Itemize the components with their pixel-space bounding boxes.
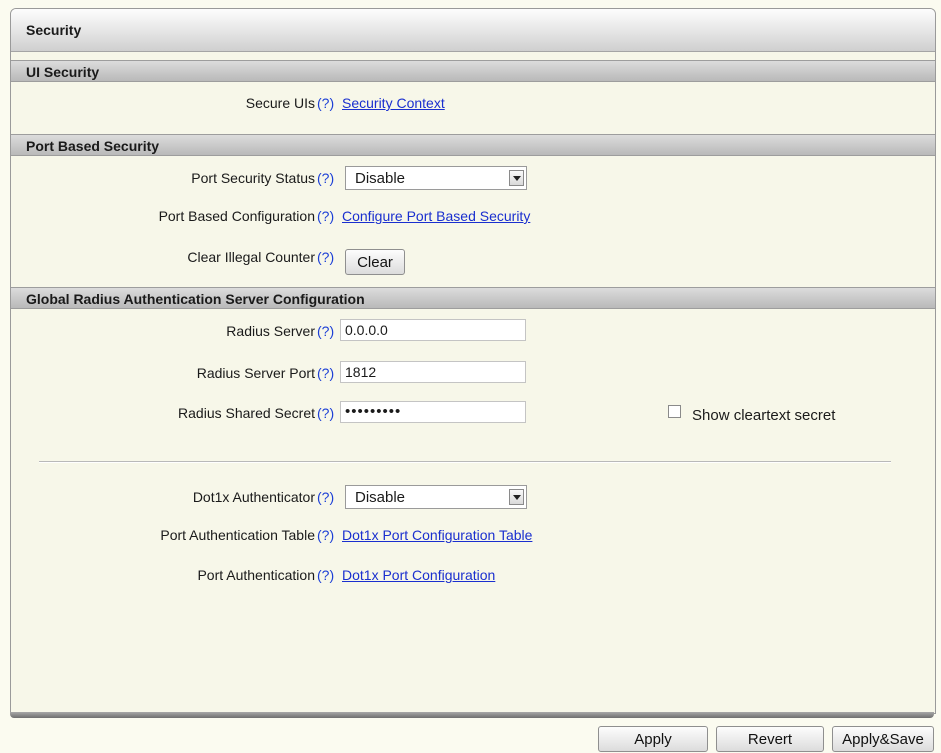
radius-shared-secret-label: Radius Shared Secret [178, 405, 315, 421]
radius-server-label: Radius Server [226, 323, 315, 339]
row-secure-uis: Secure UIs (?) Security Context [11, 91, 935, 117]
dot1x-authenticator-select[interactable]: Disable [345, 485, 527, 509]
clear-illegal-counter-label: Clear Illegal Counter [187, 249, 315, 265]
secure-uis-help-icon[interactable]: (?) [317, 95, 334, 111]
chevron-down-icon[interactable] [509, 170, 524, 186]
port-security-status-label: Port Security Status [191, 170, 315, 186]
radius-shared-secret-input[interactable]: ••••••••• [340, 401, 526, 423]
dot1x-authenticator-help-icon[interactable]: (?) [317, 489, 334, 505]
apply-save-button[interactable]: Apply&Save [832, 726, 934, 752]
port-auth-help-icon[interactable]: (?) [317, 567, 334, 583]
radius-server-port-label: Radius Server Port [196, 365, 315, 381]
clear-illegal-counter-help-icon[interactable]: (?) [317, 249, 334, 265]
dot1x-port-config-link[interactable]: Dot1x Port Configuration [342, 567, 495, 583]
secure-uis-label: Secure UIs [245, 95, 315, 111]
port-auth-label: Port Authentication [197, 567, 315, 583]
row-radius-server-port: Radius Server Port (?) 1812 [11, 361, 935, 387]
section-header-ui-security: UI Security [11, 60, 935, 82]
divider [39, 461, 891, 463]
row-radius-shared-secret: Radius Shared Secret (?) ••••••••• Show … [11, 401, 935, 427]
row-port-auth: Port Authentication (?) Dot1x Port Confi… [11, 563, 935, 589]
port-security-status-select[interactable]: Disable [345, 166, 527, 190]
security-context-link[interactable]: Security Context [342, 95, 445, 111]
radius-server-help-icon[interactable]: (?) [317, 323, 334, 339]
configure-port-security-link[interactable]: Configure Port Based Security [342, 208, 530, 224]
row-dot1x-authenticator: Dot1x Authenticator (?) Disable [11, 485, 935, 511]
row-port-based-config: Port Based Configuration (?) Configure P… [11, 204, 935, 230]
radius-shared-secret-help-icon[interactable]: (?) [317, 405, 334, 421]
chevron-down-icon[interactable] [509, 489, 524, 505]
port-auth-table-label: Port Authentication Table [160, 527, 315, 543]
port-based-config-help-icon[interactable]: (?) [317, 208, 334, 224]
dot1x-authenticator-value: Disable [355, 489, 406, 506]
radius-server-port-help-icon[interactable]: (?) [317, 365, 334, 381]
dot1x-port-config-table-link[interactable]: Dot1x Port Configuration Table [342, 527, 532, 543]
radius-server-input[interactable]: 0.0.0.0 [340, 319, 526, 341]
clear-button[interactable]: Clear [345, 249, 405, 275]
revert-button[interactable]: Revert [716, 726, 824, 752]
panel-bottom-bar [10, 712, 934, 718]
apply-button[interactable]: Apply [598, 726, 708, 752]
port-based-config-label: Port Based Configuration [158, 208, 315, 224]
row-port-security-status: Port Security Status (?) Disable [11, 166, 935, 192]
row-clear-illegal-counter: Clear Illegal Counter (?) Clear [11, 245, 935, 275]
show-cleartext-checkbox[interactable] [668, 405, 681, 418]
port-security-status-value: Disable [355, 170, 406, 187]
security-panel: Security UI Security Secure UIs (?) Secu… [10, 8, 936, 714]
row-port-auth-table: Port Authentication Table (?) Dot1x Port… [11, 523, 935, 549]
radius-server-port-input[interactable]: 1812 [340, 361, 526, 383]
port-auth-table-help-icon[interactable]: (?) [317, 527, 334, 543]
row-radius-server: Radius Server (?) 0.0.0.0 [11, 319, 935, 345]
panel-title: Security [11, 9, 935, 52]
port-security-status-help-icon[interactable]: (?) [317, 170, 334, 186]
section-header-radius: Global Radius Authentication Server Conf… [11, 287, 935, 309]
dot1x-authenticator-label: Dot1x Authenticator [192, 489, 315, 505]
show-cleartext-label: Show cleartext secret [692, 407, 836, 424]
section-header-port-security: Port Based Security [11, 134, 935, 156]
